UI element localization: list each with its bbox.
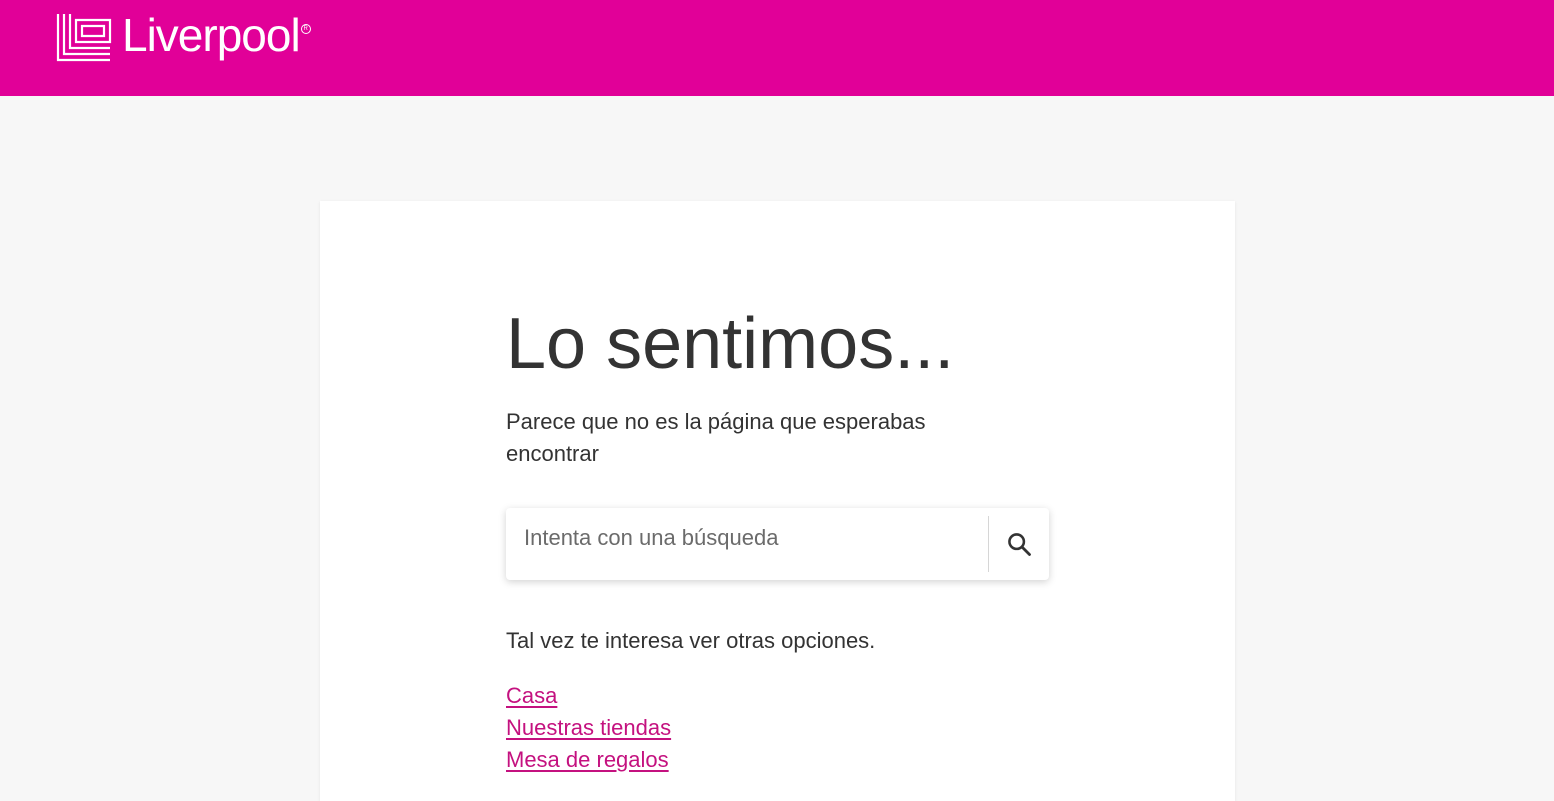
- search-icon: [1008, 533, 1031, 556]
- list-item: Casa: [506, 680, 671, 712]
- site-header: Liverpool R: [0, 0, 1554, 96]
- error-card: Lo sentimos... Parece que no es la págin…: [320, 201, 1235, 801]
- link-mesa-de-regalos[interactable]: Mesa de regalos: [506, 747, 669, 772]
- list-item: Nuestras tiendas: [506, 712, 671, 744]
- home-logo-link[interactable]: Liverpool R: [56, 9, 311, 72]
- link-nuestras-tiendas[interactable]: Nuestras tiendas: [506, 715, 671, 740]
- search-input[interactable]: [506, 508, 988, 568]
- liverpool-logo-icon: [56, 14, 112, 62]
- page-subtitle: Parece que no es la página que esperabas…: [506, 409, 926, 466]
- registered-mark-icon: R: [300, 24, 311, 34]
- options-text: Tal vez te interesa ver otras opciones.: [506, 628, 876, 653]
- brand-name: Liverpool: [122, 9, 301, 61]
- list-item: Mesa de regalos: [506, 744, 671, 776]
- search-button[interactable]: [989, 508, 1049, 580]
- suggested-links: Casa Nuestras tiendas Mesa de regalos: [506, 680, 671, 776]
- page-title: Lo sentimos...: [506, 304, 955, 384]
- link-casa[interactable]: Casa: [506, 683, 557, 708]
- search-box: [506, 508, 1049, 580]
